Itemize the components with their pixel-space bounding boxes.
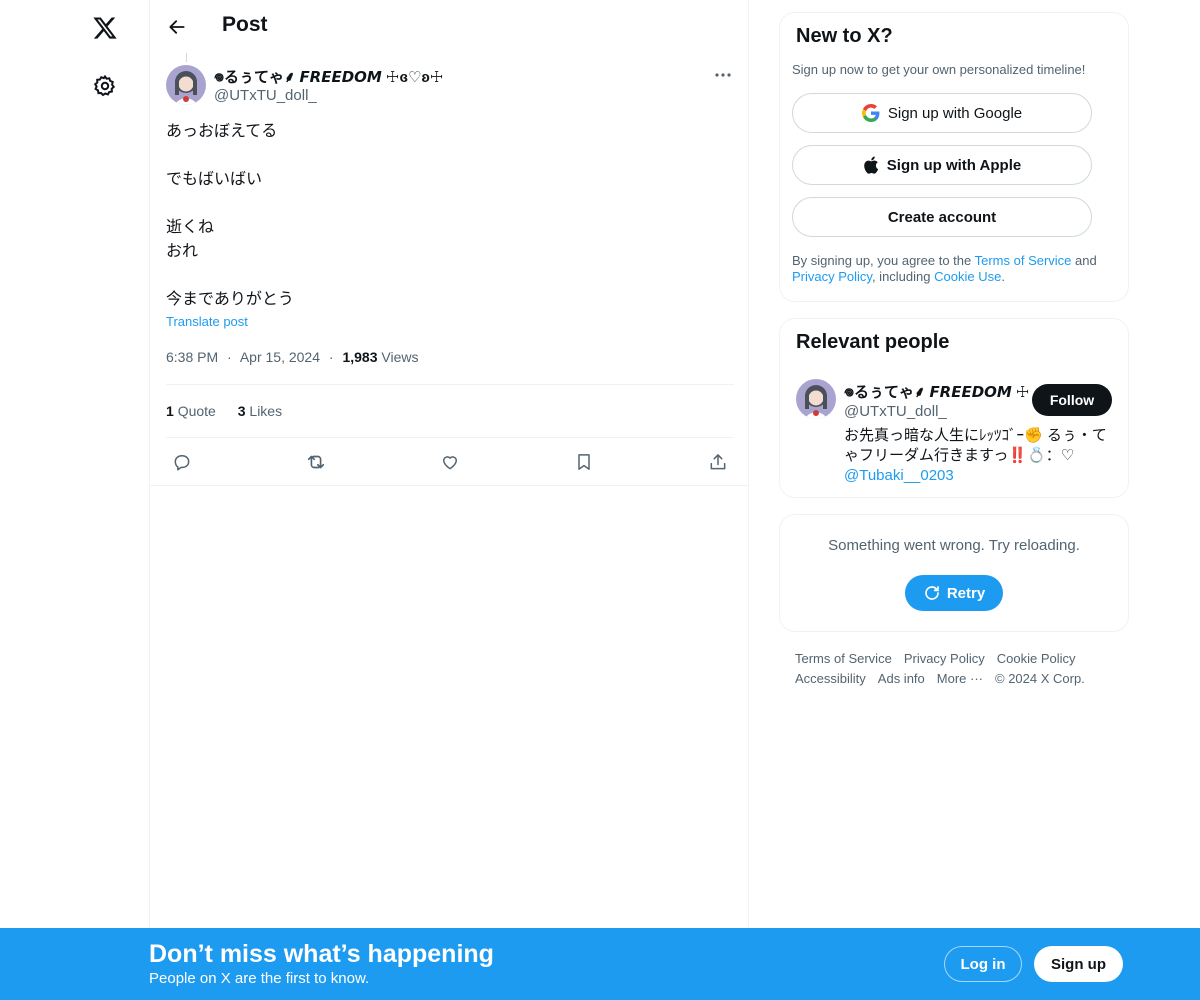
post-stats: 1 Quote 3 Likes [166,403,300,419]
gear-icon[interactable] [89,70,121,102]
more-options-button[interactable] [712,66,734,84]
post-text-line: 今までありがとう [166,291,294,308]
arrow-left-icon [169,20,185,34]
signup-button[interactable]: Sign up [1034,946,1123,982]
apple-signup-button[interactable]: Sign up with Apple [792,145,1092,185]
follow-button[interactable]: Follow [1032,384,1112,416]
share-button[interactable] [706,450,730,474]
signup-legal-text: By signing up, you agree to the Terms of… [792,253,1118,285]
more-dots-icon [715,73,731,77]
bio-mention-link[interactable]: @Tubaki__0203 [844,467,954,484]
banner-subtitle: People on X are the first to know. [149,970,370,987]
post-text-line: でもばいばい [166,171,263,188]
likes-stat[interactable]: 3 Likes [238,403,282,419]
thread-connector [186,53,187,62]
bookmark-icon [578,454,590,470]
page-title: Post [222,13,268,36]
back-button[interactable] [164,14,190,40]
cookie-use-link[interactable]: Cookie Use [934,269,1001,284]
heart-icon [443,456,457,470]
main-column: Post ​𖦹​​るぅてゃ⸙ 𝙁𝙍𝙀𝙀𝘿𝙊𝙈 ☩ɞ♡ʚ☩ @UTxTU_doll… [149,0,749,928]
likes-label: Likes [249,403,283,419]
legal-end: . [1001,269,1005,284]
create-account-label: Create account [887,208,997,226]
person-avatar[interactable] [796,379,836,419]
footer-more-menu[interactable]: More ··· [937,669,983,689]
legal-prefix: By signing up, you agree to the [792,253,975,268]
divider [166,384,734,385]
relevant-people-title: Relevant people [796,331,950,353]
footer-links: Terms of Service Privacy Policy Cookie Pol… [795,649,1125,689]
google-signup-label: Sign up with Google [887,104,1023,122]
divider [150,485,748,486]
apple-signup-label: Sign up with Apple [886,156,1022,174]
post-header: Post [150,0,750,53]
likes-count: 3 [237,403,246,419]
like-button[interactable] [438,450,462,474]
person-name[interactable]: ​𖦹​​るぅてゃ⸙ 𝙁𝙍𝙀𝙀𝘿𝙊𝙈 ☩ [844,381,1029,402]
terms-link[interactable]: Terms of Service [975,253,1072,268]
bio-text: お先真っ暗な人生にﾚｯﾂｺﾞｰ✊ るぅ・てゃフリーダム行きますっ‼️💍：♡ [844,427,1107,464]
footer-cookie-link[interactable]: Cookie Policy [997,649,1076,669]
trends-error-card: Something went wrong. Try reloading. Ret… [779,514,1129,632]
person-bio: お先真っ暗な人生にﾚｯﾂｺﾞｰ✊ るぅ・てゃフリーダム行きますっ‼️💍：♡ @T… [844,426,1114,486]
footer-terms-link[interactable]: Terms of Service [795,649,892,669]
share-icon [710,454,726,470]
author-handle[interactable]: @UTxTU_doll_ [214,87,317,104]
quote-count: 1 [166,403,174,419]
refresh-icon [923,584,941,602]
person-handle[interactable]: @UTxTU_doll_ [844,403,947,420]
translate-post-link[interactable]: Translate post [166,314,248,329]
footer-accessibility-link[interactable]: Accessibility [795,669,866,689]
left-nav [0,0,150,928]
bookmark-button[interactable] [572,450,596,474]
reply-icon [174,455,190,471]
post-meta: 6:38 PM · Apr 15, 2024 · 1,983 Views [166,349,418,365]
post-text-line: 逝くね [166,219,215,236]
relevant-people-card: Relevant people ​𖦹​​るぅてゃ⸙ 𝙁𝙍𝙀𝙀𝘿𝙊𝙈 ☩ @UTx… [779,318,1129,498]
apple-icon [863,156,879,174]
footer-copyright: © 2024 X Corp. [995,671,1085,686]
quote-label: Quote [177,403,216,419]
views-count: 1,983 [342,349,378,365]
post-text-line: あっおぼえてる [166,123,278,140]
legal-and: and [1071,253,1097,268]
post-text-line: おれ [166,243,199,260]
x-logo-icon[interactable] [87,10,123,46]
login-button[interactable]: Log in [944,946,1022,982]
divider [166,437,734,438]
signup-card-subtitle: Sign up now to get your own personalized… [792,62,1086,77]
signup-card: New to X? Sign up now to get your own pe… [779,12,1129,302]
create-account-button[interactable]: Create account [792,197,1092,237]
privacy-link[interactable]: Privacy Policy [792,269,872,284]
footer-privacy-link[interactable]: Privacy Policy [904,649,985,669]
footer-ads-link[interactable]: Ads info [878,669,925,689]
banner-title: Don’t miss what’s happening [149,940,494,968]
post-date[interactable]: Apr 15, 2024 [240,349,320,365]
repost-button[interactable] [304,450,328,474]
reply-button[interactable] [170,450,194,474]
retry-label: Retry [946,584,986,602]
author-avatar[interactable] [166,65,206,105]
signup-card-title: New to X? [796,25,893,47]
quote-stat[interactable]: 1 Quote [166,403,216,419]
retry-button[interactable]: Retry [905,575,1003,611]
post-time[interactable]: 6:38 PM [166,349,218,365]
google-icon [861,104,880,122]
signup-banner: Don’t miss what’s happening People on X … [0,928,1200,1000]
legal-including: , including [871,269,935,284]
google-signup-button[interactable]: Sign up with Google [792,93,1092,133]
repost-icon [307,455,325,469]
meta-separator: · [227,349,232,365]
error-message: Something went wrong. Try reloading. [828,537,1080,554]
meta-separator: · [328,349,334,365]
author-name[interactable]: ​𖦹​​るぅてゃ⸙ 𝙁𝙍𝙀𝙀𝘿𝙊𝙈 ☩ɞ♡ʚ☩ [214,66,443,87]
views-label: Views [381,349,419,365]
